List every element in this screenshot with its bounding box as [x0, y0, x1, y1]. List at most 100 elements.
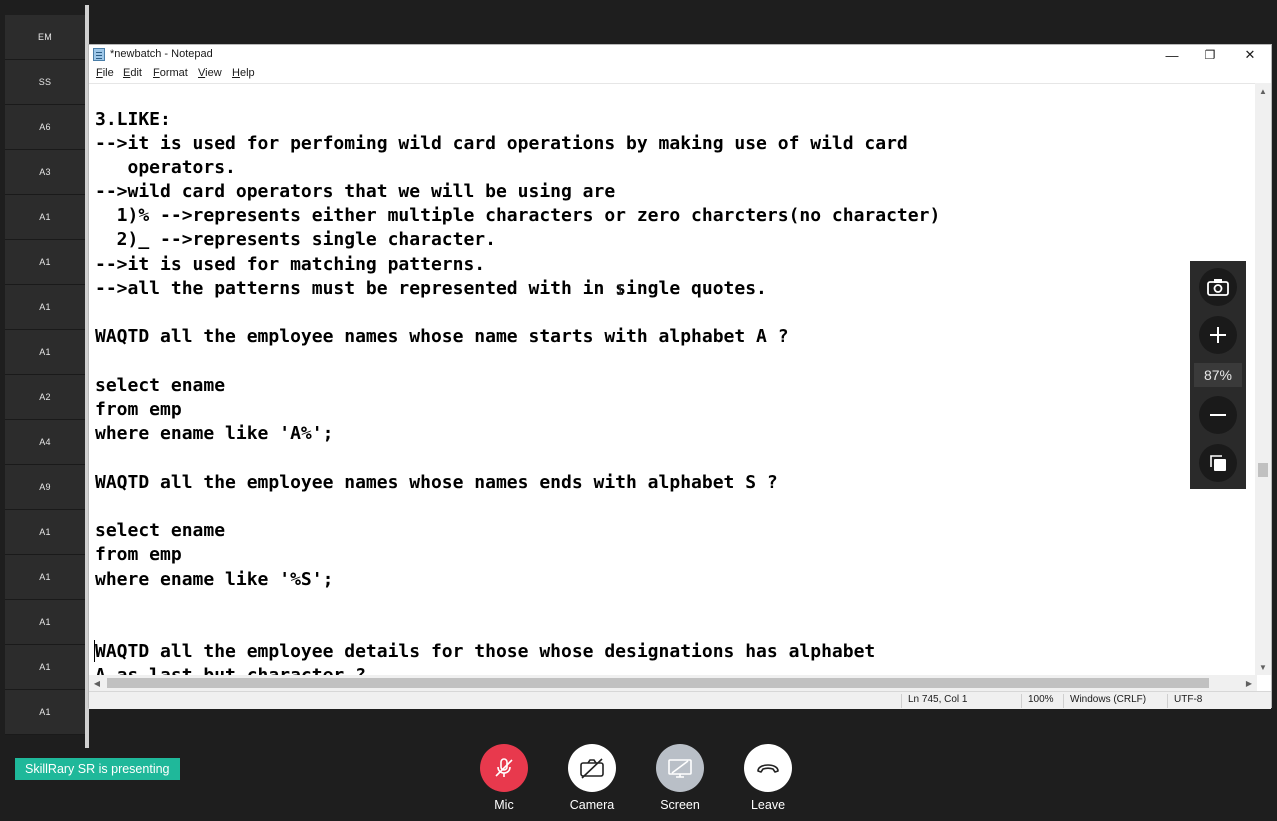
window-title: *newbatch - Notepad — [110, 48, 213, 60]
scroll-up-icon[interactable]: ▲ — [1255, 83, 1271, 99]
close-button[interactable]: ✕ — [1231, 45, 1269, 65]
participant-initials: A1 — [39, 707, 51, 717]
copy-icon — [1210, 455, 1226, 471]
screen-button[interactable] — [656, 744, 704, 792]
text-line: where ename like '%S'; — [95, 569, 334, 590]
participant-tile[interactable]: A1 — [5, 600, 85, 645]
menu-file[interactable]: File — [96, 67, 114, 79]
leave-control[interactable]: Leave — [743, 744, 793, 812]
hang-up-icon — [757, 764, 779, 773]
text-line: 2)_ -->represents single character. — [95, 229, 496, 250]
scroll-down-icon[interactable]: ▼ — [1255, 659, 1271, 675]
text-line: -->it is used for perfoming wild card op… — [95, 133, 908, 154]
menu-view[interactable]: View — [198, 67, 222, 79]
participant-initials: A4 — [39, 437, 51, 447]
camera-icon — [1207, 279, 1229, 296]
participant-tile[interactable]: A1 — [5, 195, 85, 240]
text-line: -->all the patterns must be represented … — [95, 278, 767, 299]
cursor-position: Ln 745, Col 1 — [901, 694, 968, 708]
text-line: operators. — [95, 157, 236, 178]
text-line: 1)% -->represents either multiple charac… — [95, 205, 941, 226]
ibeam-cursor-icon: I — [616, 283, 625, 299]
text-line: -->wild card operators that we will be u… — [95, 181, 616, 202]
horizontal-scrollbar[interactable]: ◀ ▶ — [89, 675, 1257, 691]
text-line: WAQTD all the employee details for those… — [95, 641, 876, 662]
text-caret — [94, 640, 95, 662]
participant-initials: A1 — [39, 347, 51, 357]
participant-tile[interactable]: EM — [5, 15, 85, 60]
menu-help[interactable]: Help — [232, 67, 255, 79]
text-line: from emp — [95, 399, 182, 420]
text-line: WAQTD all the employee names whose name … — [95, 326, 789, 347]
participant-initials: A1 — [39, 662, 51, 672]
participant-initials: A1 — [39, 527, 51, 537]
mic-off-icon — [495, 758, 513, 777]
participant-initials: EM — [37, 32, 53, 42]
mic-button[interactable] — [480, 744, 528, 792]
leave-label: Leave — [750, 798, 786, 812]
scroll-thumb[interactable] — [1258, 463, 1268, 477]
text-line: select ename — [95, 520, 226, 541]
encoding-status: UTF-8 — [1167, 694, 1202, 708]
screen-control[interactable]: Screen — [655, 744, 705, 812]
participant-tile[interactable]: A6 — [5, 105, 85, 150]
participant-initials: A3 — [39, 167, 51, 177]
text-line: 3.LIKE: — [95, 109, 171, 130]
scroll-thumb-horizontal[interactable] — [107, 678, 1209, 688]
leave-button[interactable] — [744, 744, 792, 792]
participant-initials: A9 — [39, 482, 51, 492]
minimize-button[interactable]: — — [1153, 45, 1191, 65]
fit-screen-button[interactable] — [1199, 444, 1237, 482]
camera-button[interactable] — [568, 744, 616, 792]
participant-tile[interactable]: A1 — [5, 330, 85, 375]
text-line: WAQTD all the employee names whose names… — [95, 472, 778, 493]
zoom-level: 87% — [1194, 363, 1242, 387]
menu-edit[interactable]: Edit — [123, 67, 142, 79]
screen-share-off-icon — [668, 759, 692, 778]
participant-initials: A1 — [39, 212, 51, 222]
notepad-window: *newbatch - Notepad — ❐ ✕ File Edit Form… — [88, 44, 1272, 709]
scroll-left-icon[interactable]: ◀ — [89, 675, 105, 691]
participant-tile[interactable]: A4 — [5, 420, 85, 465]
participant-tile[interactable]: A1 — [5, 510, 85, 555]
zoom-status: 100% — [1021, 694, 1054, 708]
text-line: from emp — [95, 544, 182, 565]
camera-control[interactable]: Camera — [567, 744, 617, 812]
participant-tile[interactable]: A3 — [5, 150, 85, 195]
line-ending-status: Windows (CRLF) — [1063, 694, 1146, 708]
participant-list: EM SS A6 A3 A1 A1 A1 A1 A2 A4 A9 A1 A1 A… — [5, 15, 85, 735]
participant-tile[interactable]: A1 — [5, 285, 85, 330]
zoom-out-button[interactable] — [1199, 396, 1237, 434]
participant-initials: A1 — [39, 617, 51, 627]
restore-button[interactable]: ❐ — [1191, 45, 1229, 65]
participant-tile[interactable]: A9 — [5, 465, 85, 510]
mic-control[interactable]: Mic — [479, 744, 529, 812]
participant-tile[interactable]: A1 — [5, 690, 85, 735]
title-bar[interactable]: *newbatch - Notepad — ❐ ✕ — [89, 45, 1271, 65]
text-line: select ename — [95, 375, 226, 396]
participant-initials: A1 — [39, 257, 51, 267]
participant-initials: A6 — [39, 122, 51, 132]
participant-initials: A2 — [39, 392, 51, 402]
camera-off-icon — [580, 758, 604, 779]
text-line: -->it is used for matching patterns. — [95, 254, 486, 275]
participant-tile[interactable]: A1 — [5, 240, 85, 285]
plus-icon — [1210, 327, 1226, 343]
notepad-icon — [93, 48, 105, 61]
screenshot-button[interactable] — [1199, 268, 1237, 306]
minus-icon — [1210, 414, 1226, 416]
participant-tile[interactable]: SS — [5, 60, 85, 105]
scroll-right-icon[interactable]: ▶ — [1241, 675, 1257, 691]
participant-tile[interactable]: A1 — [5, 645, 85, 690]
zoom-in-button[interactable] — [1199, 316, 1237, 354]
participant-tile[interactable]: A1 — [5, 555, 85, 600]
zoom-panel: 87% — [1190, 261, 1246, 489]
mic-label: Mic — [494, 798, 514, 812]
text-editor[interactable]: 3.LIKE: -->it is used for perfoming wild… — [89, 83, 1257, 676]
status-bar: Ln 745, Col 1 100% Windows (CRLF) UTF-8 — [89, 691, 1271, 709]
camera-label: Camera — [569, 798, 615, 812]
vertical-scrollbar[interactable]: ▲ ▼ — [1255, 83, 1271, 675]
participant-tile[interactable]: A2 — [5, 375, 85, 420]
menu-format[interactable]: Format — [153, 67, 188, 79]
participant-initials: A1 — [39, 302, 51, 312]
